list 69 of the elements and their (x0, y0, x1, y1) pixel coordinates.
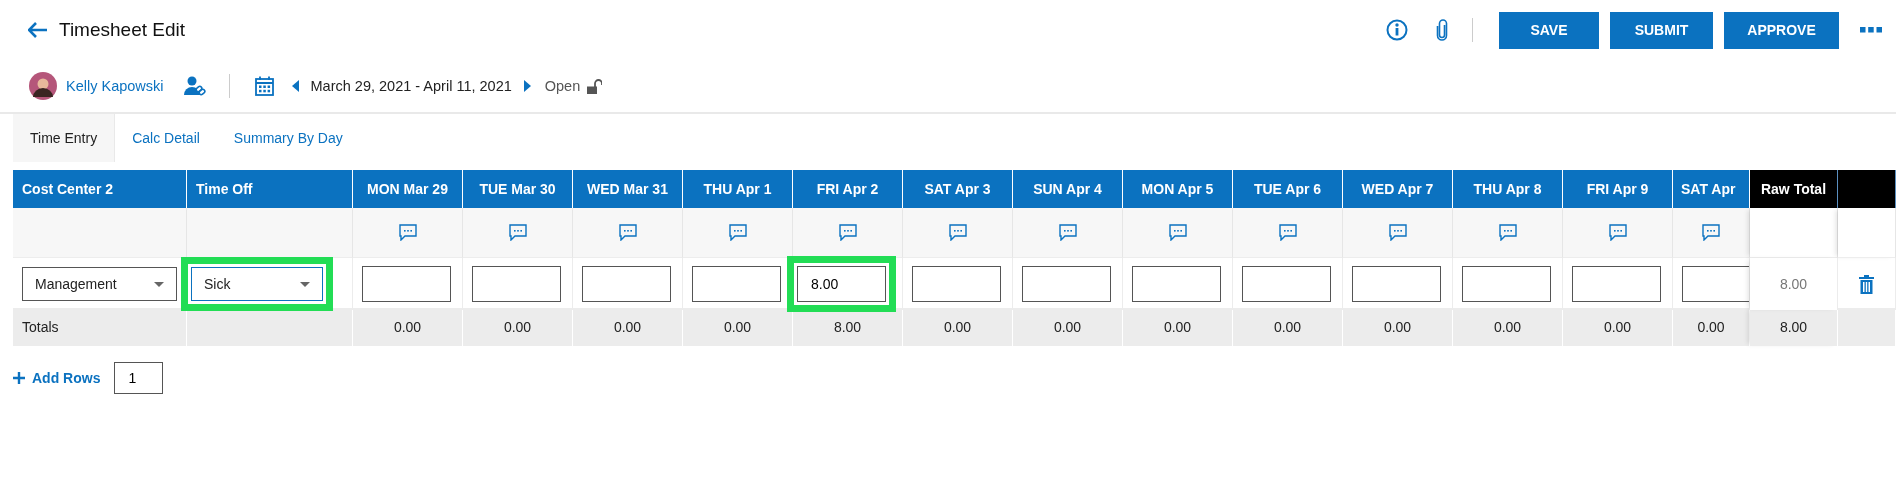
delete-icon[interactable] (1859, 274, 1874, 294)
header-cell (1838, 170, 1896, 208)
add-rows-button[interactable]: Add Rows (13, 370, 101, 386)
day-total: 0.00 (903, 308, 1013, 346)
comment-icon[interactable] (948, 224, 967, 241)
totals-label: Totals (13, 308, 187, 346)
hours-field[interactable] (1242, 266, 1331, 302)
day-total: 0.00 (1013, 308, 1123, 346)
tab[interactable]: Calc Detail (115, 114, 217, 162)
hours-field[interactable]: 8.00 (797, 266, 886, 302)
action-button[interactable]: SUBMIT (1610, 11, 1713, 49)
more-options-icon[interactable] (1860, 27, 1882, 33)
previous-period-icon[interactable] (291, 80, 299, 92)
info-icon[interactable] (1386, 19, 1408, 41)
dropdown[interactable]: Management (22, 267, 177, 301)
hours-field[interactable] (1462, 266, 1551, 302)
hours-field[interactable] (1022, 266, 1111, 302)
row-count-field[interactable]: 1 (114, 362, 164, 394)
comment-icon[interactable] (1278, 224, 1297, 241)
comment-icon[interactable] (618, 224, 637, 241)
calendar-icon[interactable] (254, 76, 274, 96)
page-title: Timesheet Edit (59, 19, 185, 41)
day-total: 0.00 (573, 308, 683, 346)
employee-name[interactable]: Kelly Kapowski (66, 78, 164, 94)
day-total: 0.00 (1673, 308, 1750, 346)
comment-icon[interactable] (1498, 224, 1517, 241)
day-total: 8.00 (793, 308, 903, 346)
period-status: Open (544, 78, 581, 94)
comment-icon[interactable] (508, 224, 527, 241)
paperclip-icon[interactable] (1436, 19, 1448, 41)
tab[interactable]: Summary By Day (216, 114, 360, 162)
hours-field[interactable] (912, 266, 1001, 302)
hours-field[interactable] (1352, 266, 1441, 302)
comment-icon[interactable] (1058, 224, 1077, 241)
day-total: 0.00 (1233, 308, 1343, 346)
comment-icon[interactable] (838, 224, 857, 241)
hours-field[interactable] (692, 266, 781, 302)
hours-field[interactable] (582, 266, 671, 302)
next-period-icon[interactable] (523, 80, 531, 92)
action-button[interactable]: APPROVE (1724, 11, 1839, 49)
pay-period-range: March 29, 2021 - April 11, 2021 (310, 78, 512, 94)
hours-field[interactable] (472, 266, 561, 302)
column-header: Raw Total (1750, 170, 1838, 208)
plus-icon (13, 372, 25, 384)
day-total: 0.00 (353, 308, 463, 346)
day-total: 0.00 (1123, 308, 1233, 346)
comment-icon[interactable] (1702, 224, 1720, 241)
back-arrow-icon[interactable] (28, 22, 48, 38)
comment-icon[interactable] (398, 224, 417, 241)
comment-icon[interactable] (1608, 224, 1627, 241)
hours-field[interactable] (362, 266, 451, 302)
day-total: 0.00 (1343, 308, 1453, 346)
comment-icon[interactable] (1168, 224, 1187, 241)
comment-icon[interactable] (1388, 224, 1407, 241)
avatar-icon (29, 72, 57, 100)
person-link-icon[interactable] (183, 76, 206, 96)
tab[interactable]: Time Entry (13, 114, 116, 162)
day-total: 0.00 (1453, 308, 1563, 346)
dropdown[interactable]: Sick (191, 267, 323, 301)
day-total: 0.00 (463, 308, 573, 346)
hours-field[interactable] (1572, 266, 1661, 302)
action-button[interactable]: SAVE (1499, 11, 1599, 49)
hours-field[interactable] (1682, 266, 1749, 302)
day-total: 0.00 (1563, 308, 1673, 346)
hours-field[interactable] (1132, 266, 1221, 302)
raw-total-value: 8.00 (1750, 258, 1838, 310)
comment-icon[interactable] (728, 224, 747, 241)
day-total: 0.00 (683, 308, 793, 346)
raw-total-sum: 8.00 (1750, 308, 1838, 346)
